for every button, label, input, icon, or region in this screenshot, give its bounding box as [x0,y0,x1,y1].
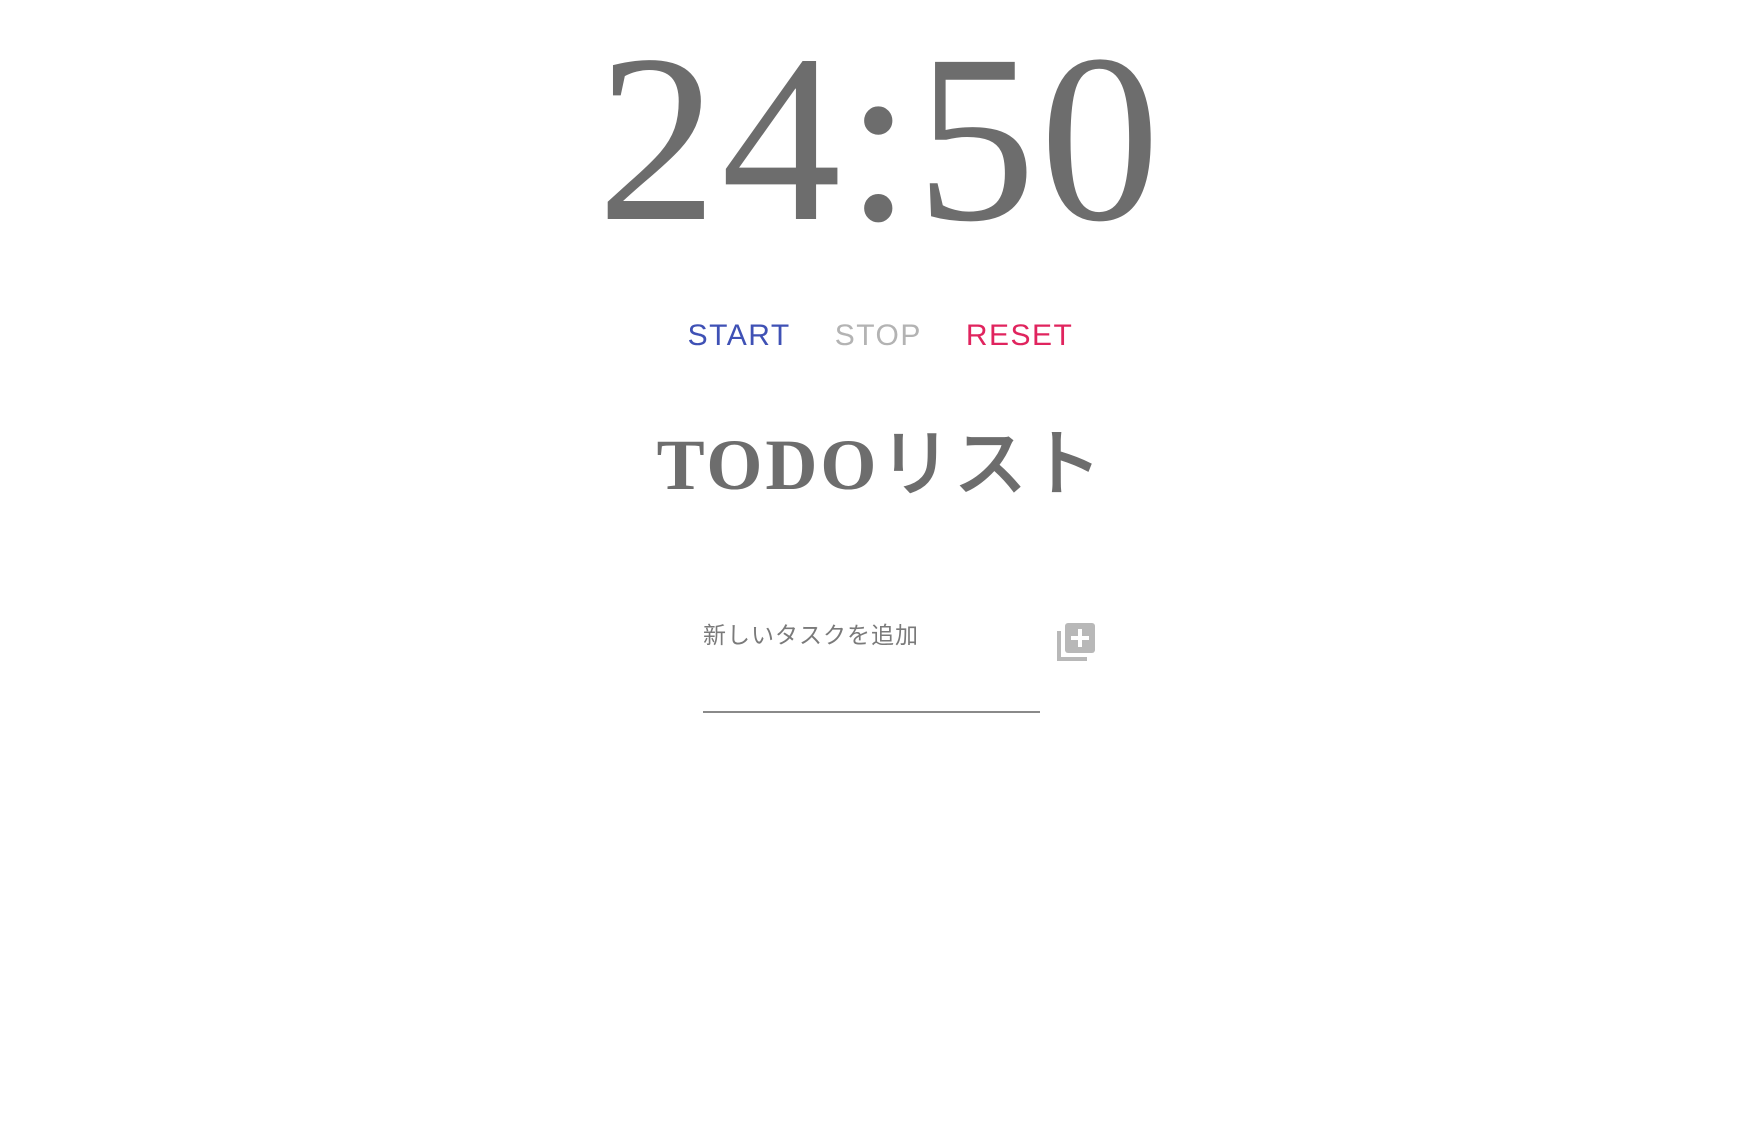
add-to-list-icon [1053,621,1099,665]
pomodoro-todo-page: 24:50 START STOP RESET TODOリスト 新しいタスクを追加 [0,0,1761,1121]
add-task-button[interactable] [1053,620,1099,666]
todo-title: TODOリスト [656,425,1105,505]
new-task-field: 新しいタスクを追加 [703,605,1040,715]
new-task-form: 新しいタスクを追加 [703,605,1103,715]
new-task-input[interactable] [703,605,1040,713]
stop-button[interactable]: STOP [813,312,944,360]
start-button[interactable]: START [666,312,813,360]
reset-button[interactable]: RESET [944,312,1096,360]
timer-controls: START STOP RESET [0,312,1761,360]
timer-display: 24:50 [597,5,1164,271]
